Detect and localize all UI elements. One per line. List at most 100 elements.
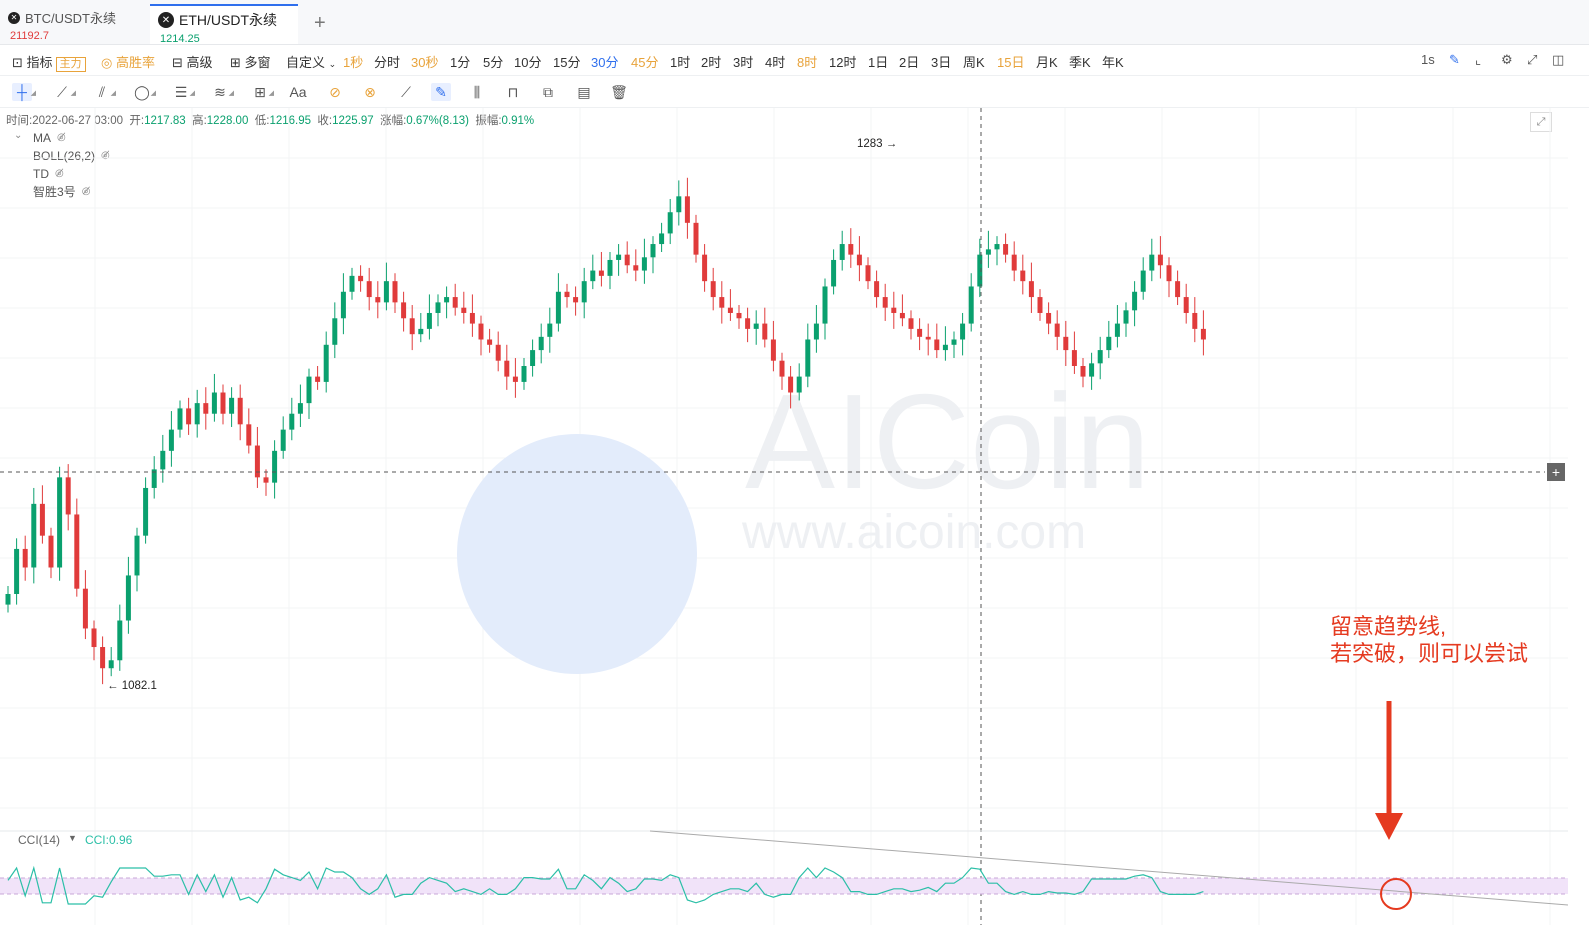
candle-body [108,660,114,669]
fibonacci-tool-icon[interactable]: ☰ ◢ [171,83,195,101]
wave-tool-icon[interactable]: ≋ ◢ [210,83,234,101]
period-21[interactable]: 季K [1069,52,1091,71]
keep-drawing-icon[interactable]: ✎ [431,83,451,101]
candle-body [650,244,656,258]
candle-body [375,297,381,303]
settings-gear-icon[interactable]: ⚙ [1501,52,1513,68]
magnet-tool-icon[interactable]: ⊘ [325,83,345,101]
candle-body [1140,270,1146,292]
interval-readout[interactable]: 1s [1421,52,1435,67]
indicator-button[interactable]: ⊡ 指标 主力 [12,52,86,72]
period-8[interactable]: 45分 [631,52,658,71]
candle-body [547,323,553,337]
candle-body [203,403,209,414]
candle-body [452,297,458,308]
candle-body [74,514,80,589]
chevron-down-icon: ⌄ [328,59,337,69]
period-9[interactable]: 1时 [670,52,690,71]
candle-body [246,424,252,446]
period-16[interactable]: 2日 [899,52,919,71]
candle-body [1157,254,1163,266]
ellipse-tool-icon[interactable]: ◯ ◢ [132,83,156,101]
layout-icon[interactable]: ◫ [1552,52,1564,68]
period-19[interactable]: 15日 [997,52,1024,71]
trash-icon[interactable]: 🗑 [609,83,629,101]
period-22[interactable]: 年K [1102,52,1124,71]
period-3[interactable]: 1分 [450,52,470,71]
candle-body [788,376,794,393]
candle-body [168,429,174,451]
candle-body [1003,244,1009,255]
period-17[interactable]: 3日 [931,52,951,71]
candle-body [1054,323,1060,337]
lock-icon[interactable]: ⊓ [503,83,523,101]
fullscreen-icon[interactable]: ⤢ [1527,52,1537,68]
candle-body [607,259,613,276]
candle-body [332,318,338,345]
winrate-button[interactable]: ◎ 高胜率 [101,52,155,71]
custom-period-dropdown[interactable]: 自定义 ⌄ [286,52,336,71]
candle-body [1192,312,1198,329]
candle-body [444,297,450,303]
candle-body [1080,366,1086,377]
candle-body [745,318,751,329]
period-6[interactable]: 15分 [553,52,580,71]
candle-body [1166,265,1172,282]
text-tool-icon[interactable]: Aa [288,83,308,101]
multiwindow-button[interactable]: ⊞ 多窗 [230,52,271,71]
candle-body [624,254,630,266]
candle-body [925,336,931,340]
candle-body [418,328,424,335]
price-chart[interactable]: AICoin www.aicoin.com [0,108,1568,925]
period-11[interactable]: 3时 [733,52,753,71]
add-alert-icon[interactable]: + [1547,463,1565,481]
period-12[interactable]: 4时 [765,52,785,71]
candle-body [581,281,587,303]
period-14[interactable]: 12时 [829,52,856,71]
period-20[interactable]: 月K [1036,52,1058,71]
period-0[interactable]: 1秒 [343,52,363,71]
candle-body [874,281,880,298]
parallel-line-tool-icon[interactable]: ⫽ ◢ [92,83,116,101]
tab-symbol: ETH/USDT永续 [179,12,277,28]
period-10[interactable]: 2时 [701,52,721,71]
candle-body [856,254,862,266]
candle-body [968,286,974,324]
period-5[interactable]: 10分 [514,52,541,71]
pen-icon[interactable]: ✎ [1449,52,1460,68]
drawing-toolbar: ┼ ◢ ⟋ ◢ ⫽ ◢ ◯ ◢ ☰ ◢ ≋ ◢ ⊞ ◢ Aa ⊘ ⊗ ⟋ ✎ ⫼ ⊓ ⧉ ▤ … [0,77,1589,108]
candle-body [1132,291,1138,311]
candle-body [220,392,226,414]
candle-body [736,312,742,319]
copy-icon[interactable]: ⧉ [538,83,558,101]
period-18[interactable]: 周K [963,52,985,71]
coin-icon: ✕ [8,11,20,24]
lock-drawing-icon[interactable]: ⊗ [360,83,380,101]
candle-body [831,259,837,287]
candle-body [401,302,407,319]
candle-body [186,408,192,425]
period-13[interactable]: 8时 [797,52,817,71]
tab-btc-usdt[interactable]: ✕ BTC/USDT永续 21192.7 [0,4,148,44]
annotation-text: 留意趋势线, 若突破，则可以尝试 [1330,614,1529,666]
candle-body [39,503,45,536]
period-4[interactable]: 5分 [483,52,503,71]
edit-list-icon[interactable]: ▤ [574,83,594,101]
crosshair-tool-icon[interactable]: ┼ ◢ [12,83,36,101]
advanced-button[interactable]: ⊟ 高级 [172,52,213,71]
trendline-tool-icon[interactable]: ⟋ ◢ [52,83,76,101]
candle-body [693,222,699,255]
candle-body [125,575,131,621]
add-tab-button[interactable]: + [314,12,326,35]
period-2[interactable]: 30秒 [411,52,438,71]
screenshot-icon[interactable]: ⌞ [1475,52,1481,68]
period-1[interactable]: 分时 [374,52,400,71]
chevron-down-icon[interactable]: ▼ [68,833,77,847]
candles-icon[interactable]: ⫼ [467,83,487,101]
candle-body [194,403,200,425]
tab-eth-usdt[interactable]: ✕ ETH/USDT永续 1214.25 [150,4,298,45]
ruler-icon[interactable]: ⟋ [396,83,416,101]
measure-tool-icon[interactable]: ⊞ ◢ [250,83,274,101]
period-7[interactable]: 30分 [591,52,618,71]
period-15[interactable]: 1日 [868,52,888,71]
